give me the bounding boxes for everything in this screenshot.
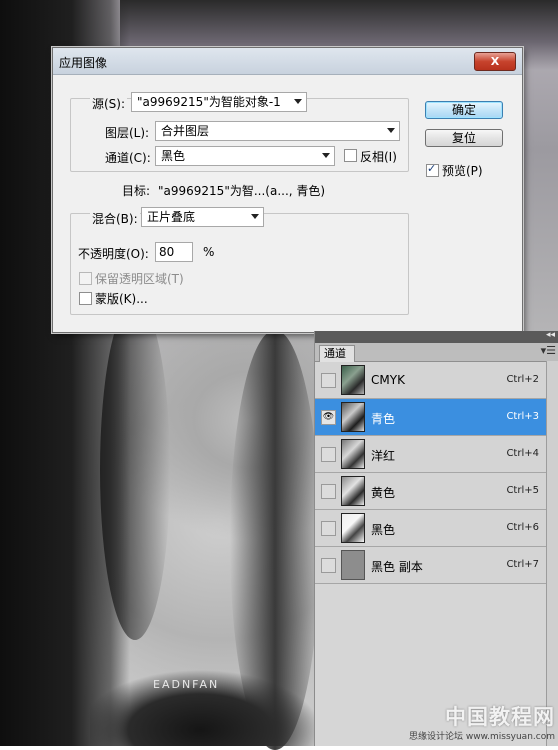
blending-label: 混合(B): xyxy=(90,210,140,227)
channel-shortcut: Ctrl+3 xyxy=(506,411,539,422)
panel-menu-icon[interactable]: ▾☰ xyxy=(541,344,556,357)
channel-shortcut: Ctrl+4 xyxy=(506,448,539,459)
visibility-toggle[interactable] xyxy=(321,521,336,536)
collapse-icon[interactable]: ◂◂ xyxy=(546,330,555,340)
opacity-unit: % xyxy=(203,245,215,259)
channel-value: 黑色 xyxy=(161,149,186,163)
channel-shortcut: Ctrl+7 xyxy=(506,559,539,570)
dialog-titlebar[interactable]: 应用图像 X xyxy=(53,48,522,75)
target-label: 目标: xyxy=(122,184,151,198)
photo-lace xyxy=(90,640,320,746)
chevron-down-icon xyxy=(387,128,395,133)
channel-name: CMYK xyxy=(371,373,405,387)
visibility-toggle[interactable] xyxy=(321,484,336,499)
layer-label: 图层(L): xyxy=(105,126,150,140)
panel-tabbar: 通道 ▾☰ xyxy=(315,343,558,362)
photo-caption: EADNFAN xyxy=(153,678,220,691)
channel-shortcut: Ctrl+2 xyxy=(506,374,539,385)
channel-label: 通道(C): xyxy=(105,151,151,165)
channel-shortcut: Ctrl+5 xyxy=(506,485,539,496)
invert-label: 反相(I) xyxy=(360,150,397,164)
site-watermark: 中国教程网 思缘设计论坛 www.missyuan.com xyxy=(409,701,555,742)
panel-header-bar: ◂◂ xyxy=(315,330,558,343)
channel-thumbnail xyxy=(341,550,365,580)
channel-thumbnail xyxy=(341,402,365,432)
channel-row-yellow[interactable]: 黄色 Ctrl+5 xyxy=(315,473,547,510)
photo-hair-strand xyxy=(100,300,170,640)
source-select[interactable]: "a9969215"为智能对象-1 xyxy=(131,92,307,112)
opacity-label: 不透明度(O): xyxy=(78,247,149,261)
eye-icon[interactable]: 👁 xyxy=(321,410,336,425)
opacity-input[interactable]: 80 xyxy=(155,242,193,262)
blending-select[interactable]: 正片叠底 xyxy=(141,207,264,227)
dialog-title: 应用图像 xyxy=(59,56,108,70)
channel-select[interactable]: 黑色 xyxy=(155,146,335,166)
channel-name: 黄色 xyxy=(371,486,396,500)
channel-name: 洋红 xyxy=(371,449,396,463)
preview-label: 预览(P) xyxy=(442,164,483,178)
visibility-toggle[interactable] xyxy=(321,447,336,462)
panel-scrollbar[interactable] xyxy=(546,361,558,746)
channel-thumbnail xyxy=(341,365,365,395)
tab-channels[interactable]: 通道 xyxy=(319,345,355,362)
close-button[interactable]: X xyxy=(474,52,516,71)
channel-thumbnail xyxy=(341,476,365,506)
channel-row-black[interactable]: 黑色 Ctrl+6 xyxy=(315,510,547,547)
mask-label: 蒙版(K)... xyxy=(95,292,148,306)
preserve-transparency-checkbox[interactable] xyxy=(79,272,92,285)
visibility-toggle[interactable] xyxy=(321,558,336,573)
blending-value: 正片叠底 xyxy=(147,210,196,224)
source-label: 源(S): xyxy=(90,95,128,112)
chevron-down-icon xyxy=(251,214,259,219)
invert-checkbox[interactable] xyxy=(344,149,357,162)
channel-thumbnail xyxy=(341,439,365,469)
ok-button[interactable]: 确定 xyxy=(425,101,503,119)
source-value: "a9969215"为智能对象-1 xyxy=(137,95,281,109)
channel-row-black-copy[interactable]: 黑色 副本 Ctrl+7 xyxy=(315,547,547,584)
channel-row-magenta[interactable]: 洋红 Ctrl+4 xyxy=(315,436,547,473)
mask-checkbox[interactable] xyxy=(79,292,92,305)
apply-image-dialog: 应用图像 X 源(S): "a9969215"为智能对象-1 图层(L): 合并… xyxy=(52,47,523,333)
layer-select[interactable]: 合并图层 xyxy=(155,121,400,141)
visibility-toggle[interactable] xyxy=(321,373,336,388)
channel-name: 黑色 xyxy=(371,523,396,537)
channel-row-cyan[interactable]: 👁 青色 Ctrl+3 xyxy=(315,399,547,436)
reset-button[interactable]: 复位 xyxy=(425,129,503,147)
watermark-subtitle: 思缘设计论坛 www.missyuan.com xyxy=(409,732,555,742)
channel-thumbnail xyxy=(341,513,365,543)
channel-name: 青色 xyxy=(371,412,396,426)
channel-name: 黑色 副本 xyxy=(371,560,423,574)
preview-checkbox[interactable] xyxy=(426,162,439,177)
chevron-down-icon xyxy=(294,99,302,104)
watermark-title: 中国教程网 xyxy=(445,705,555,729)
chevron-down-icon xyxy=(322,153,330,158)
channels-panel: ◂◂ 通道 ▾☰ CMYK Ctrl+2 👁 青色 Ctrl+3 洋红 Ctrl… xyxy=(314,330,558,746)
target-value: "a9969215"为智...(a..., 青色) xyxy=(158,184,326,198)
layer-value: 合并图层 xyxy=(161,124,210,138)
preserve-transparency-label: 保留透明区域(T) xyxy=(95,272,184,286)
channel-row-cmyk[interactable]: CMYK Ctrl+2 xyxy=(315,362,547,399)
channel-shortcut: Ctrl+6 xyxy=(506,522,539,533)
